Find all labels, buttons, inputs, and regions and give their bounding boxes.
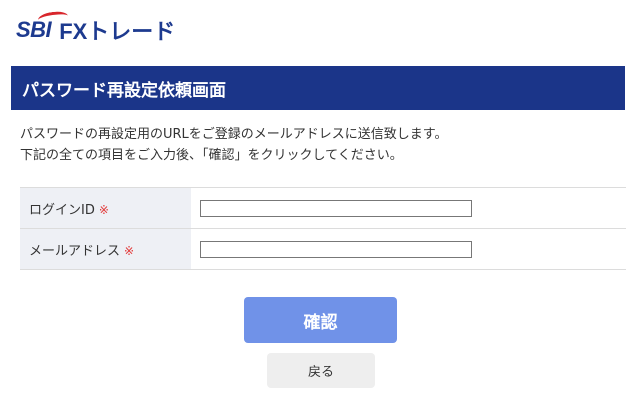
email-label: メールアドレス ※ [20, 228, 191, 270]
page-title-text: パスワード再設定依頼画面 [22, 80, 226, 101]
confirm-button[interactable]: 確認 [244, 297, 397, 343]
email-field-cell [191, 228, 626, 270]
description-line-2: 下記の全ての項目をご入力後、「確認」をクリックしてください。 [20, 148, 403, 163]
login-id-label: ログインID ※ [20, 187, 191, 229]
login-id-input[interactable] [200, 199, 472, 217]
login-id-field-cell [191, 187, 626, 229]
required-mark: ※ [124, 243, 135, 258]
form-row-login-id: ログインID ※ [20, 187, 626, 229]
reset-form-table: ログインID ※ メールアドレス ※ [20, 187, 626, 270]
required-mark: ※ [98, 202, 109, 217]
form-row-email: メールアドレス ※ [20, 228, 626, 270]
sbi-fx-logo: SBI FXトレード [16, 9, 176, 46]
email-input[interactable] [200, 240, 472, 258]
email-label-text: メールアドレス [29, 243, 121, 259]
logo-brand: SBI [16, 9, 69, 43]
login-id-label-text: ログインID [29, 202, 95, 218]
page-description: パスワードの再設定用のURLをご登録のメールアドレスに送信致します。 下記の全て… [20, 124, 448, 166]
logo-product: FXトレード [59, 19, 176, 44]
back-button[interactable]: 戻る [267, 353, 375, 388]
page-title: パスワード再設定依頼画面 [11, 66, 625, 110]
description-line-1: パスワードの再設定用のURLをご登録のメールアドレスに送信致します。 [20, 127, 448, 142]
